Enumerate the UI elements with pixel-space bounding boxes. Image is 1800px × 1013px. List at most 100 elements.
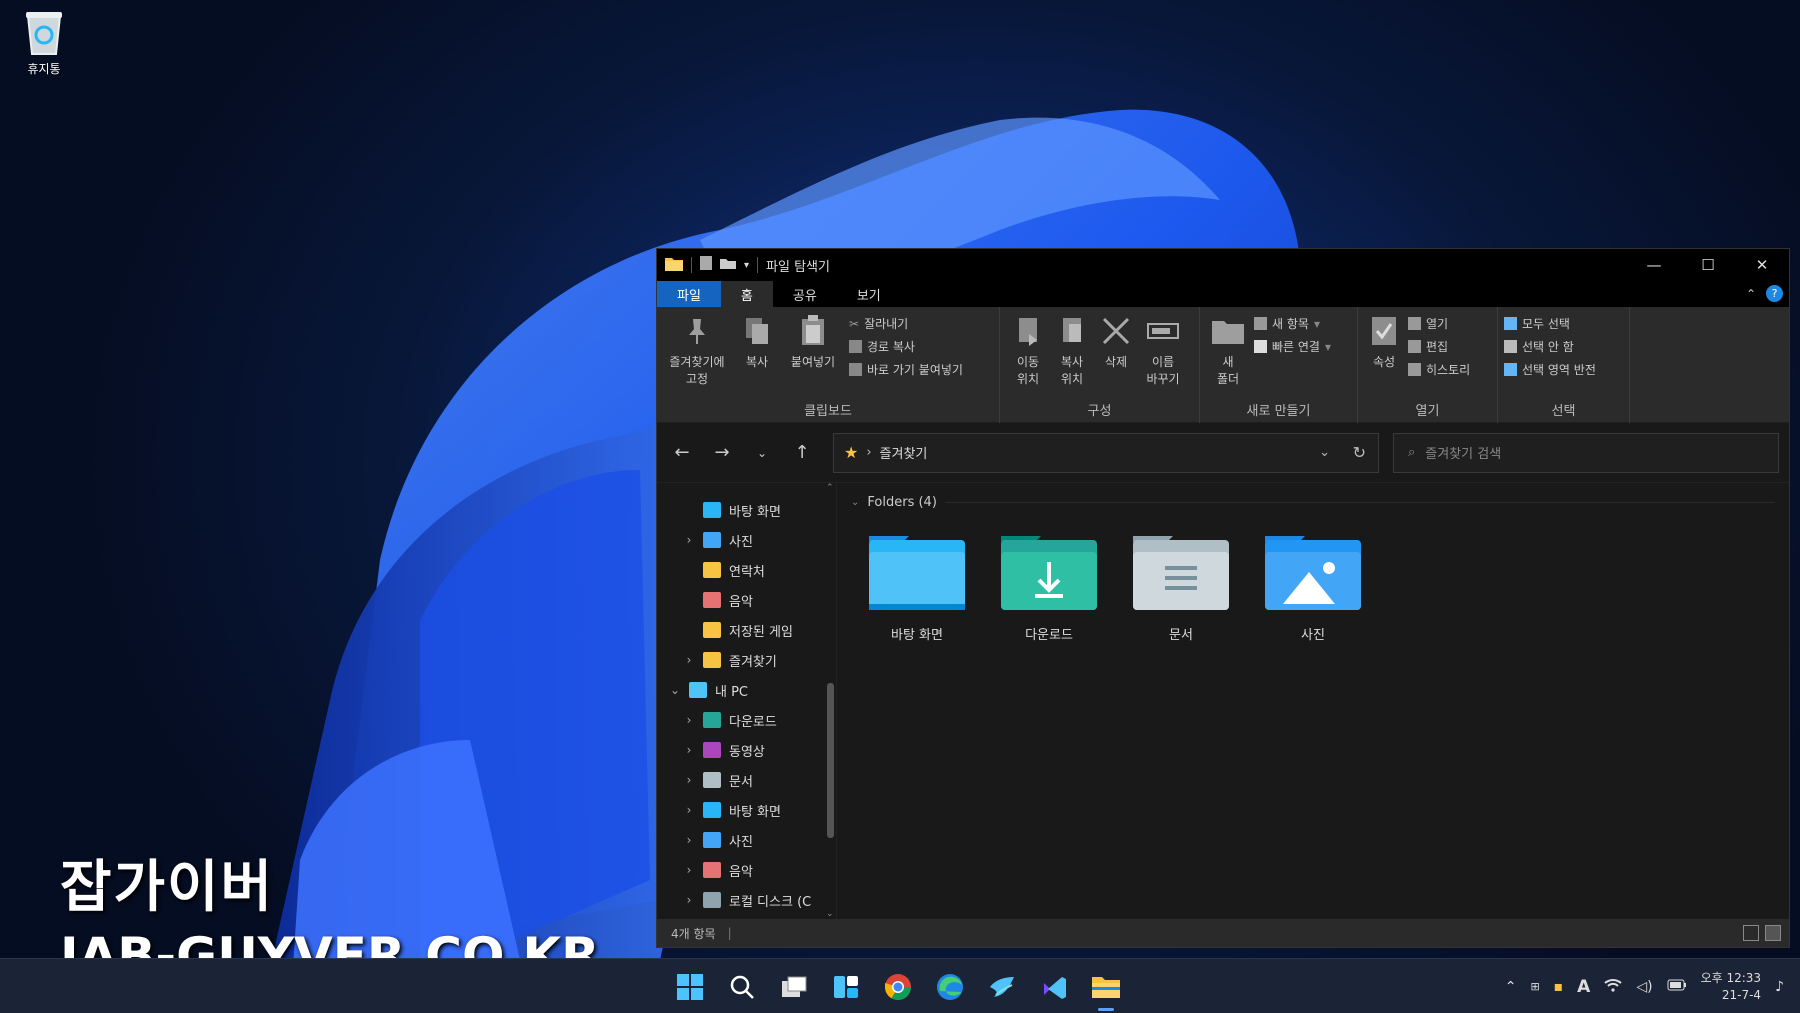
close-button[interactable]: ✕ bbox=[1735, 249, 1789, 281]
wifi-icon[interactable] bbox=[1604, 978, 1623, 996]
battery-icon[interactable] bbox=[1667, 979, 1687, 995]
tab-share[interactable]: 공유 bbox=[773, 281, 837, 307]
clock[interactable]: 오후 12:33 21-7-4 bbox=[1701, 970, 1761, 1004]
address-bar[interactable]: ★ › 즐겨찾기 ⌄ ↻ bbox=[833, 432, 1379, 473]
quick-access-dropdown-icon[interactable]: ▾ bbox=[744, 260, 749, 271]
ime-indicator[interactable]: A bbox=[1577, 977, 1590, 997]
refresh-icon[interactable]: ↻ bbox=[1353, 443, 1366, 462]
watermark-title: 잡가이버 bbox=[60, 855, 275, 920]
folder-documents[interactable]: 문서 bbox=[1131, 532, 1231, 643]
nav-item-icon bbox=[703, 622, 721, 638]
nav-item[interactable]: 연락처 bbox=[657, 555, 836, 585]
nav-item[interactable]: › 바탕 화면 bbox=[657, 795, 836, 825]
large-icons-view-icon[interactable] bbox=[1765, 925, 1781, 941]
widgets-button[interactable] bbox=[828, 969, 864, 1005]
edit-button[interactable]: 편집 bbox=[1408, 338, 1470, 355]
chrome-app-button[interactable] bbox=[880, 969, 916, 1005]
back-arrow-icon[interactable]: ← bbox=[667, 442, 697, 463]
nav-item[interactable]: › 사진 bbox=[657, 525, 836, 555]
nav-item[interactable]: › 동영상 bbox=[657, 735, 836, 765]
folder-pictures[interactable]: 사진 bbox=[1263, 532, 1363, 643]
new-folder-quick-icon[interactable] bbox=[720, 257, 736, 273]
chevron-right-icon[interactable]: › bbox=[681, 773, 697, 787]
properties-quick-icon[interactable] bbox=[700, 256, 712, 274]
volume-icon[interactable]: ◁) bbox=[1636, 979, 1652, 995]
new-item-button[interactable]: 새 항목 ▾ bbox=[1254, 315, 1331, 332]
recycle-bin[interactable]: 휴지통 bbox=[14, 8, 74, 77]
paste-shortcut-button[interactable]: 바로 가기 붙여넣기 bbox=[849, 361, 963, 378]
search-taskbar-button[interactable] bbox=[724, 969, 760, 1005]
history-button[interactable]: 히스토리 bbox=[1408, 361, 1470, 378]
group-collapse-icon: ⌄ bbox=[851, 497, 860, 508]
nav-item[interactable]: › 즐겨찾기 bbox=[657, 645, 836, 675]
scrollbar-thumb[interactable] bbox=[827, 683, 834, 838]
chevron-right-icon[interactable]: › bbox=[681, 803, 697, 817]
open-icon bbox=[1408, 317, 1421, 330]
select-none-button[interactable]: 선택 안 함 bbox=[1504, 338, 1596, 355]
ribbon-group-clipboard: 즐겨찾기에 고정 복사 붙여넣기 ✂ 잘라내기 경로 복사 바로 가기 붙여넣기 … bbox=[657, 307, 1000, 423]
copy-path-button[interactable]: 경로 복사 bbox=[849, 338, 963, 355]
paste-icon bbox=[797, 313, 829, 349]
address-dropdown-icon[interactable]: ⌄ bbox=[1319, 445, 1330, 460]
file-explorer-icon bbox=[1092, 976, 1120, 998]
scroll-up-icon[interactable]: ⌃ bbox=[826, 483, 834, 493]
nav-item[interactable]: › 로컬 디스크 (C bbox=[657, 885, 836, 915]
chevron-down-icon[interactable]: ⌄ bbox=[667, 683, 683, 697]
app-button-2[interactable] bbox=[1036, 969, 1072, 1005]
windows-logo-icon bbox=[677, 973, 703, 1000]
forward-arrow-icon[interactable]: → bbox=[707, 442, 737, 463]
tab-view[interactable]: 보기 bbox=[837, 281, 901, 307]
minimize-button[interactable]: — bbox=[1627, 249, 1681, 281]
task-view-button[interactable] bbox=[776, 969, 812, 1005]
tab-file[interactable]: 파일 bbox=[657, 281, 721, 307]
maximize-button[interactable]: ☐ bbox=[1681, 249, 1735, 281]
network-device-icon[interactable]: ⊞ bbox=[1530, 980, 1539, 993]
nav-item[interactable]: 바탕 화면 bbox=[657, 495, 836, 525]
folder-downloads[interactable]: 다운로드 bbox=[999, 532, 1099, 643]
details-view-icon[interactable] bbox=[1743, 925, 1759, 941]
new-item-label: 새 항목 bbox=[1272, 317, 1309, 331]
select-all-icon bbox=[1504, 317, 1517, 330]
start-button[interactable] bbox=[672, 969, 708, 1005]
chevron-right-icon[interactable]: › bbox=[681, 713, 697, 727]
scroll-down-icon[interactable]: ⌄ bbox=[826, 909, 834, 919]
nav-item[interactable]: ⌄ 내 PC bbox=[657, 675, 836, 705]
nav-item[interactable]: › 다운로드 bbox=[657, 705, 836, 735]
chevron-right-icon[interactable]: › bbox=[681, 833, 697, 847]
cut-button[interactable]: ✂ 잘라내기 bbox=[849, 315, 963, 332]
separator bbox=[757, 257, 759, 273]
nav-item[interactable]: 음악 bbox=[657, 585, 836, 615]
recent-dropdown-icon[interactable]: ⌄ bbox=[747, 446, 777, 460]
invert-selection-button[interactable]: 선택 영역 반전 bbox=[1504, 361, 1596, 378]
open-button[interactable]: 열기 bbox=[1408, 315, 1470, 332]
easy-access-button[interactable]: 빠른 연결 ▾ bbox=[1254, 338, 1331, 355]
tab-home[interactable]: 홈 bbox=[720, 281, 773, 307]
navpane-scrollbar[interactable]: ⌃ ⌄ bbox=[824, 483, 836, 919]
nav-item[interactable]: 저장된 게임 bbox=[657, 615, 836, 645]
app-button-1[interactable] bbox=[984, 969, 1020, 1005]
chevron-right-icon[interactable]: › bbox=[681, 743, 697, 757]
chevron-right-icon[interactable]: › bbox=[681, 533, 697, 547]
group-header[interactable]: ⌄ Folders (4) bbox=[851, 495, 1775, 510]
ribbon-group-new: 새 폴더 새 항목 ▾ 빠른 연결 ▾ 새로 만들기 bbox=[1200, 307, 1358, 423]
search-box[interactable]: ⌕ 즐겨찾기 검색 bbox=[1393, 432, 1779, 473]
help-icon[interactable]: ? bbox=[1766, 285, 1783, 302]
folder-desktop[interactable]: 바탕 화면 bbox=[867, 532, 967, 643]
select-all-button[interactable]: 모두 선택 bbox=[1504, 315, 1596, 332]
nav-item-label: 사진 bbox=[729, 834, 753, 850]
nav-item[interactable]: › 사진 bbox=[657, 825, 836, 855]
app-tray-icon[interactable]: ▪ bbox=[1554, 979, 1564, 995]
chevron-right-icon[interactable]: › bbox=[681, 893, 697, 907]
documents-folder-icon bbox=[1131, 532, 1231, 612]
chevron-right-icon[interactable]: › bbox=[681, 653, 697, 667]
notification-icon[interactable]: ♪ bbox=[1775, 979, 1784, 995]
file-explorer-taskbar-button[interactable] bbox=[1088, 969, 1124, 1011]
ribbon-group-organize: 이동 위치 복사 위치 삭제 이름 바꾸기 구성 bbox=[1000, 307, 1200, 423]
nav-item[interactable]: › 문서 bbox=[657, 765, 836, 795]
chevron-right-icon[interactable]: › bbox=[681, 863, 697, 877]
chevron-up-icon[interactable]: ⌃ bbox=[1505, 979, 1517, 995]
up-arrow-icon[interactable]: ↑ bbox=[787, 442, 817, 463]
nav-item[interactable]: › 음악 bbox=[657, 855, 836, 885]
edge-app-button[interactable] bbox=[932, 969, 968, 1005]
collapse-ribbon-icon[interactable]: ⌃ bbox=[1746, 287, 1756, 301]
